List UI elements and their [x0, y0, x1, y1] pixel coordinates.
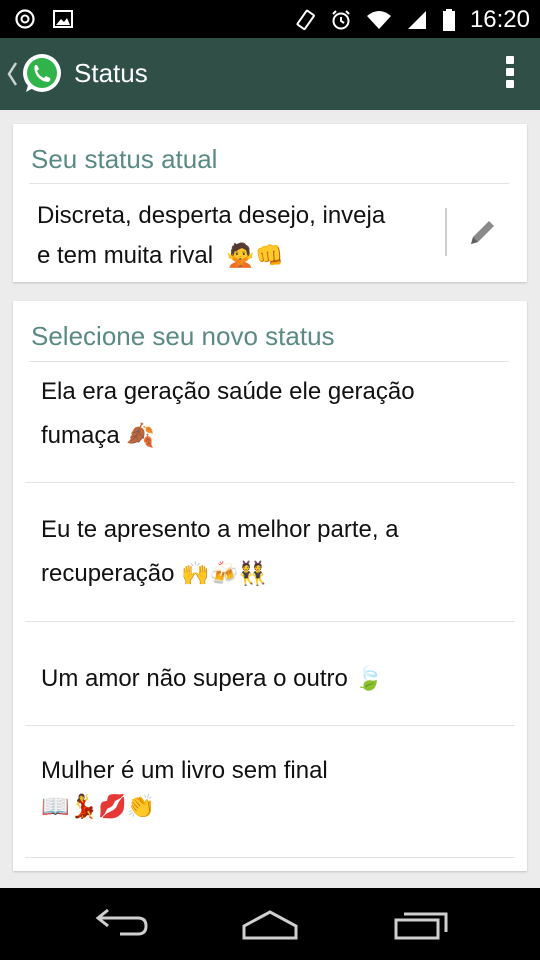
- header-divider: [29, 183, 509, 184]
- signal-icon: [407, 11, 426, 29]
- status-option[interactable]: Ela era geração saúde ele geração fumaça…: [25, 362, 515, 483]
- current-status-header: Seu status atual: [31, 144, 218, 174]
- page-title: Status: [74, 58, 148, 88]
- back-icon[interactable]: [92, 906, 152, 942]
- clock: 16:20: [469, 6, 530, 33]
- action-bar: Status: [0, 38, 540, 110]
- current-status-line1: Discreta, desperta desejo, inveja: [37, 202, 386, 229]
- status-option-text: Ela era geração saúde ele geração fumaça…: [41, 370, 501, 458]
- status-option-emojis: 🍃: [354, 666, 384, 692]
- overflow-menu-icon[interactable]: [504, 56, 516, 92]
- status-option-line2: fumaça: [41, 422, 120, 449]
- status-option[interactable]: Eu te apresento a melhor parte, a recupe…: [25, 482, 515, 622]
- new-status-header: Selecione seu novo status: [31, 321, 335, 351]
- status-option-text: Eu te apresento a melhor parte, a recupe…: [41, 508, 501, 596]
- status-option-text: Um amor não supera o outro 🍃: [41, 657, 501, 701]
- status-option-line1: Ela era geração saúde ele geração: [41, 378, 415, 405]
- status-option-line2-row: fumaça 🍂: [41, 414, 501, 458]
- status-option-text: Mulher é um livro sem final 📖💃💋👏: [41, 753, 501, 825]
- back-chevron-icon[interactable]: [6, 60, 18, 88]
- edit-divider: [445, 208, 447, 256]
- pencil-icon[interactable]: [465, 216, 499, 250]
- new-status-card: Selecione seu novo status Ela era geraçã…: [13, 301, 527, 871]
- status-option[interactable]: Um amor não supera o outro 🍃: [25, 621, 515, 726]
- notification-icons: [14, 8, 74, 30]
- status-option-emojis: 🍂: [126, 423, 156, 449]
- status-option-line2: recuperação: [41, 560, 175, 587]
- status-option-line1: Um amor não supera o outro: [41, 665, 348, 692]
- current-status-line2: e tem muita rival: [37, 242, 214, 269]
- status-option-emojis: 🙌🍻👯: [181, 561, 268, 587]
- image-notification-icon: [53, 10, 73, 28]
- home-icon[interactable]: [240, 906, 300, 942]
- status-option-emojis: 📖💃💋👏: [41, 794, 156, 820]
- whatsapp-notification-icon: [15, 9, 35, 29]
- system-icons: 16:20: [294, 6, 530, 34]
- alarm-icon: [332, 10, 350, 30]
- current-status-line2-row: e tem muita rival 🙅👊: [37, 236, 437, 276]
- current-status-emojis: 🙅👊: [226, 243, 284, 269]
- status-option[interactable]: Mulher é um livro sem final 📖💃💋👏: [25, 725, 515, 858]
- current-status-card: Seu status atual Discreta, desperta dese…: [13, 124, 527, 282]
- status-option-line2-row: recuperação 🙌🍻👯: [41, 552, 501, 596]
- battery-icon: [442, 9, 455, 31]
- vibrate-icon: [296, 9, 315, 31]
- current-status-text[interactable]: Discreta, desperta desejo, inveja e tem …: [37, 196, 437, 276]
- navigation-bar: [0, 888, 540, 960]
- status-bar: 16:20: [0, 0, 540, 38]
- status-option-line1: Eu te apresento a melhor parte, a: [41, 516, 399, 543]
- recent-apps-icon[interactable]: [392, 906, 452, 942]
- status-option-line1: Mulher é um livro sem final: [41, 757, 328, 784]
- whatsapp-logo-icon[interactable]: [20, 52, 64, 96]
- wifi-icon: [366, 11, 391, 29]
